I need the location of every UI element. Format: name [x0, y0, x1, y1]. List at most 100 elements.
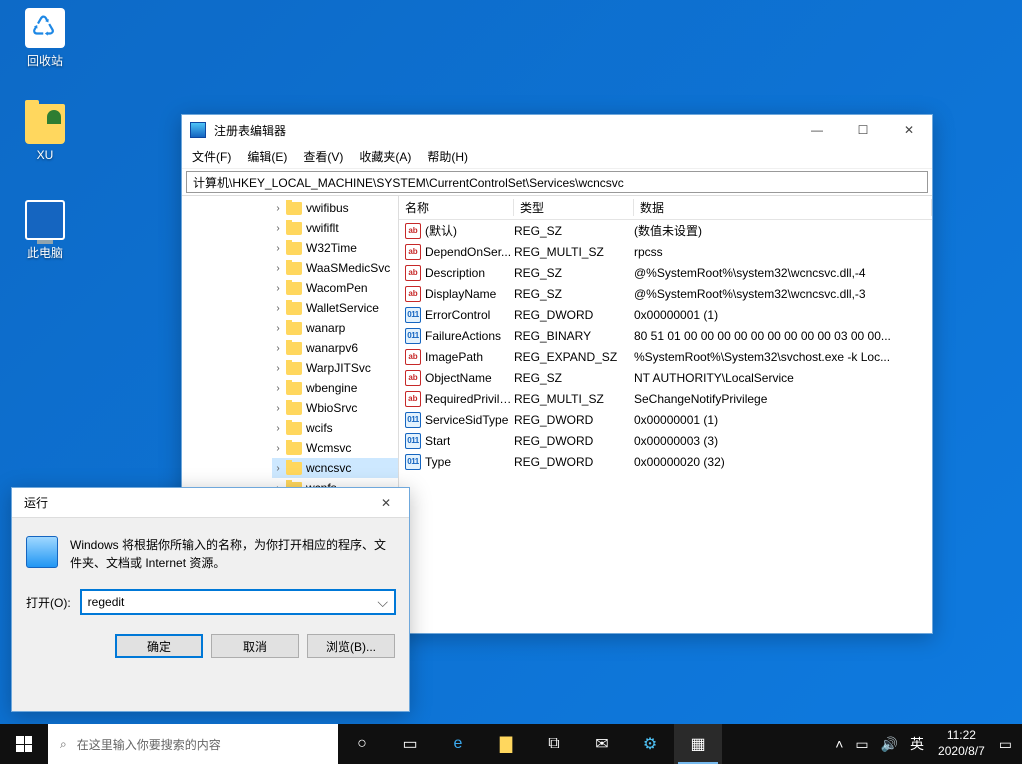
expand-icon[interactable]: ›: [272, 363, 284, 374]
tree-item[interactable]: ›vwififlt: [272, 218, 398, 238]
value-type-icon: ab: [405, 223, 421, 239]
value-row[interactable]: ab(默认)REG_SZ(数值未设置): [399, 220, 932, 241]
col-name[interactable]: 名称: [399, 199, 514, 216]
network-icon[interactable]: ▭: [849, 736, 874, 753]
desktop-icon-folder[interactable]: XU: [8, 104, 82, 162]
value-row[interactable]: abDisplayNameREG_SZ@%SystemRoot%\system3…: [399, 283, 932, 304]
tree-item[interactable]: ›WaaSMedicSvc: [272, 258, 398, 278]
value-name: Type: [425, 455, 451, 469]
search-icon: ⌕: [60, 737, 67, 752]
folder-icon: [286, 282, 302, 295]
search-box[interactable]: ⌕ 在这里输入你要搜索的内容: [48, 724, 338, 764]
maximize-button[interactable]: ☐: [840, 115, 886, 145]
tree-item[interactable]: ›WbioSrvc: [272, 398, 398, 418]
expand-icon[interactable]: ›: [272, 303, 284, 314]
value-type-icon: ab: [405, 391, 421, 407]
minimize-button[interactable]: —: [794, 115, 840, 145]
values-pane[interactable]: 名称 类型 数据 ab(默认)REG_SZ(数值未设置)abDependOnSe…: [399, 196, 932, 633]
folder-icon: [286, 222, 302, 235]
value-type-icon: 011: [405, 433, 421, 449]
tree-item-label: WalletService: [306, 301, 379, 315]
value-row[interactable]: 011ServiceSidTypeREG_DWORD0x00000001 (1): [399, 409, 932, 430]
value-row[interactable]: 011FailureActionsREG_BINARY80 51 01 00 0…: [399, 325, 932, 346]
notifications-icon[interactable]: ▭: [993, 736, 1018, 753]
address-bar[interactable]: 计算机\HKEY_LOCAL_MACHINE\SYSTEM\CurrentCon…: [186, 171, 928, 193]
titlebar[interactable]: 运行 ✕: [12, 488, 409, 518]
ok-button[interactable]: 确定: [115, 634, 203, 658]
regedit-icon: [190, 122, 206, 138]
close-button[interactable]: ✕: [886, 115, 932, 145]
expand-icon[interactable]: ›: [272, 463, 284, 474]
tree-item[interactable]: ›wbengine: [272, 378, 398, 398]
value-row[interactable]: abDependOnSer...REG_MULTI_SZrpcss: [399, 241, 932, 262]
expand-icon[interactable]: ›: [272, 423, 284, 434]
tree-item[interactable]: ›W32Time: [272, 238, 398, 258]
tree-item[interactable]: › vwifibus: [272, 198, 398, 218]
ime-indicator[interactable]: 英: [904, 734, 930, 754]
tree-item[interactable]: ›wcncsvc: [272, 458, 398, 478]
value-name: FailureActions: [425, 329, 501, 343]
value-name: ServiceSidType: [425, 413, 508, 427]
tree-item[interactable]: ›WacomPen: [272, 278, 398, 298]
value-row[interactable]: abRequiredPrivile...REG_MULTI_SZSeChange…: [399, 388, 932, 409]
tree-item[interactable]: ›Wcmsvc: [272, 438, 398, 458]
menu-help[interactable]: 帮助(H): [421, 146, 474, 167]
open-combobox[interactable]: regedit: [81, 590, 395, 614]
value-row[interactable]: abDescriptionREG_SZ@%SystemRoot%\system3…: [399, 262, 932, 283]
tree-item-label: wanarpv6: [306, 341, 358, 355]
titlebar[interactable]: 注册表编辑器 — ☐ ✕: [182, 115, 932, 145]
store-icon[interactable]: ⧉: [530, 724, 578, 764]
menu-file[interactable]: 文件(F): [186, 146, 237, 167]
volume-icon[interactable]: 🔊: [875, 736, 904, 753]
value-row[interactable]: abImagePathREG_EXPAND_SZ%SystemRoot%\Sys…: [399, 346, 932, 367]
regedit-taskbar-icon[interactable]: ▦: [674, 724, 722, 764]
settings-icon[interactable]: ⚙: [626, 724, 674, 764]
expand-icon[interactable]: ›: [272, 223, 284, 234]
explorer-icon[interactable]: ▇: [482, 724, 530, 764]
menu-favorites[interactable]: 收藏夹(A): [353, 146, 417, 167]
menu-view[interactable]: 查看(V): [297, 146, 349, 167]
open-label: 打开(O):: [26, 594, 71, 611]
tree-item-label: vwifibus: [306, 201, 349, 215]
expand-icon[interactable]: ›: [272, 203, 284, 214]
tree-item[interactable]: ›wanarp: [272, 318, 398, 338]
expand-icon[interactable]: ›: [272, 443, 284, 454]
window-title: 运行: [20, 494, 363, 511]
edge-icon[interactable]: e: [434, 724, 482, 764]
value-data: SeChangeNotifyPrivilege: [634, 392, 767, 406]
tree-item[interactable]: ›WarpJITSvc: [272, 358, 398, 378]
tray-chevron-icon[interactable]: ˄: [829, 736, 849, 752]
mail-icon[interactable]: ✉: [578, 724, 626, 764]
desktop-icon-thispc[interactable]: 此电脑: [8, 200, 82, 261]
taskview-icon[interactable]: ▭: [386, 724, 434, 764]
start-button[interactable]: [0, 724, 48, 764]
clock[interactable]: 11:22 2020/8/7: [930, 728, 993, 759]
expand-icon[interactable]: ›: [272, 383, 284, 394]
tree-item[interactable]: › wanarpv6: [272, 338, 398, 358]
menu-edit[interactable]: 编辑(E): [241, 146, 293, 167]
desktop-label: XU: [8, 148, 82, 162]
close-button[interactable]: ✕: [363, 488, 409, 518]
value-row[interactable]: 011TypeREG_DWORD0x00000020 (32): [399, 451, 932, 472]
expand-icon[interactable]: ›: [272, 343, 284, 354]
cortana-icon[interactable]: ○: [338, 724, 386, 764]
tree-item[interactable]: ›wcifs: [272, 418, 398, 438]
expand-icon[interactable]: ›: [272, 403, 284, 414]
expand-icon[interactable]: ›: [272, 263, 284, 274]
value-type-icon: ab: [405, 370, 421, 386]
col-data[interactable]: 数据: [634, 199, 932, 216]
col-type[interactable]: 类型: [514, 199, 634, 216]
expand-icon[interactable]: ›: [272, 323, 284, 334]
value-data: 0x00000020 (32): [634, 455, 725, 469]
value-row[interactable]: 011StartREG_DWORD0x00000003 (3): [399, 430, 932, 451]
browse-button[interactable]: 浏览(B)...: [307, 634, 395, 658]
value-name: Description: [425, 266, 485, 280]
value-row[interactable]: abObjectNameREG_SZNT AUTHORITY\LocalServ…: [399, 367, 932, 388]
tree-item[interactable]: › WalletService: [272, 298, 398, 318]
values-header: 名称 类型 数据: [399, 196, 932, 220]
value-row[interactable]: 011ErrorControlREG_DWORD0x00000001 (1): [399, 304, 932, 325]
cancel-button[interactable]: 取消: [211, 634, 299, 658]
expand-icon[interactable]: ›: [272, 243, 284, 254]
expand-icon[interactable]: ›: [272, 283, 284, 294]
desktop-icon-recycle[interactable]: 回收站: [8, 8, 82, 69]
